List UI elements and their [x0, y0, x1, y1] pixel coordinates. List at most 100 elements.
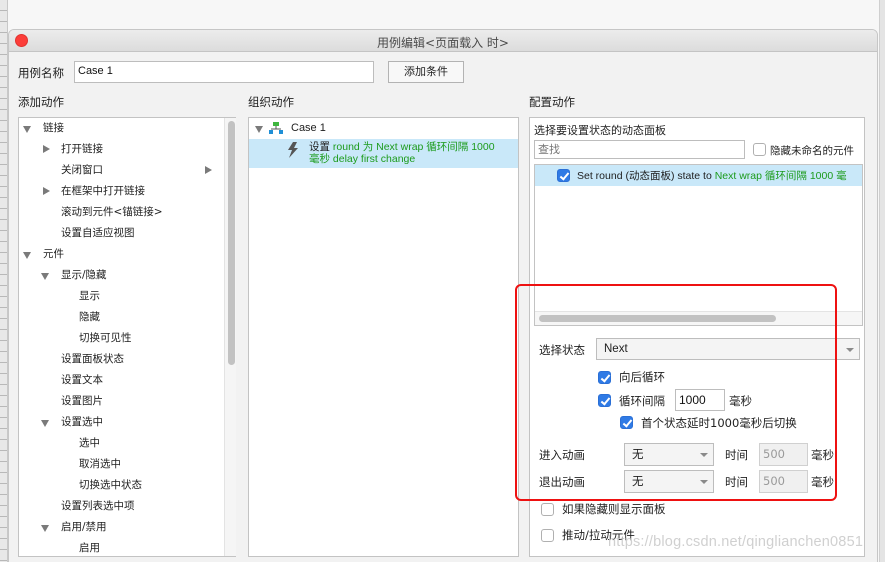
action-detail-line2: 毫秒 delay first change — [309, 153, 416, 165]
select-state-dropdown[interactable]: Next — [596, 338, 860, 360]
exit-time-input[interactable]: 500 — [759, 470, 808, 493]
tree-item-label: 打开链接 — [61, 143, 103, 155]
tree-item-label: 设置文本 — [61, 374, 103, 386]
hide-unnamed-label: 隐藏未命名的元件 — [770, 145, 854, 157]
tree-item-label: 设置图片 — [61, 395, 103, 407]
wrap-checkbox[interactable] — [598, 371, 611, 384]
tree-item-label: 启用/禁用 — [61, 521, 107, 533]
tree-item-label: 链接 — [43, 122, 64, 134]
lightning-icon — [288, 142, 298, 158]
select-state-label: 选择状态 — [539, 343, 585, 357]
tree-item[interactable]: 设置自适应视图 — [19, 223, 223, 244]
expand-triangle-icon[interactable] — [41, 420, 49, 427]
first-delay-label: 首个状态延时1000毫秒后切换 — [641, 416, 797, 430]
enter-time-label: 时间 — [725, 448, 748, 462]
first-delay-checkbox[interactable] — [620, 416, 633, 429]
tree-item-label: 取消选中 — [79, 458, 121, 470]
tree-item[interactable]: 滚动到元件<锚链接> — [19, 202, 223, 223]
action-prefix: 设置 — [309, 141, 330, 153]
loop-interval-checkbox[interactable] — [598, 394, 611, 407]
submenu-arrow-icon[interactable] — [205, 166, 212, 174]
tree-item[interactable]: 设置面板状态 — [19, 349, 223, 370]
add-actions-tree: 链接打开链接关闭窗口在框架中打开链接滚动到元件<锚链接> 设置自适应视图元件显示/… — [18, 117, 236, 557]
tree-item[interactable]: 显示 — [19, 286, 223, 307]
tree-item-label: 启用 — [79, 542, 100, 554]
expand-triangle-icon[interactable] — [255, 126, 263, 133]
tree-item-label: 设置选中 — [61, 416, 103, 428]
tree-item[interactable]: 元件 — [19, 244, 223, 265]
panel-list-row[interactable]: Set round (动态面板) state to Next wrap 循环间隔… — [535, 165, 862, 186]
chevron-down-icon — [700, 480, 708, 484]
hide-unnamed-checkbox[interactable] — [753, 143, 766, 156]
case-name-input[interactable]: Case 1 — [74, 61, 374, 83]
chevron-down-icon — [700, 453, 708, 457]
action-row[interactable]: 设置 round 为 Next wrap 循环间隔 1000 毫秒 delay … — [249, 139, 518, 168]
tree-item-label: 显示/隐藏 — [61, 269, 107, 281]
action-text: 设置 round 为 Next wrap 循环间隔 1000 毫秒 delay … — [309, 141, 495, 165]
tree-item[interactable]: 设置文本 — [19, 370, 223, 391]
tree-item[interactable]: 打开链接 — [19, 139, 223, 160]
enter-time-unit: 毫秒 — [811, 448, 834, 462]
right-edge — [879, 0, 885, 562]
exit-animation-value: 无 — [632, 474, 644, 488]
enter-animation-dropdown[interactable]: 无 — [624, 443, 714, 466]
push-pull-checkbox[interactable] — [541, 529, 554, 542]
case-label: Case 1 — [291, 122, 326, 134]
enter-animation-value: 无 — [632, 447, 644, 461]
chevron-down-icon — [846, 348, 854, 352]
case-row[interactable]: Case 1 — [249, 118, 518, 139]
tree-item-label: 关闭窗口 — [61, 164, 103, 176]
tree-item[interactable]: 取消选中 — [19, 454, 223, 475]
tree-item[interactable]: 显示/隐藏 — [19, 265, 223, 286]
loop-interval-input[interactable]: 1000 — [675, 389, 725, 411]
exit-animation-dropdown[interactable]: 无 — [624, 470, 714, 493]
show-if-hidden-checkbox[interactable] — [541, 503, 554, 516]
expand-triangle-icon[interactable] — [41, 525, 49, 532]
tree-scrollbar[interactable] — [224, 118, 236, 556]
tree-item[interactable]: 设置图片 — [19, 391, 223, 412]
tree-item[interactable]: 启用/禁用 — [19, 517, 223, 538]
select-state-value: Next — [604, 343, 628, 355]
add-actions-heading: 添加动作 — [18, 95, 64, 109]
enter-time-input[interactable]: 500 — [759, 443, 808, 466]
tree-item-label: 设置列表选中项 — [61, 500, 135, 512]
tree-item[interactable]: 在框架中打开链接 — [19, 181, 223, 202]
tree-item[interactable]: 设置选中 — [19, 412, 223, 433]
tree-item-label: 元件 — [43, 248, 64, 260]
tree-item[interactable]: 链接 — [19, 118, 223, 139]
tree-item-label: 显示 — [79, 290, 100, 302]
tree-item-label: 设置自适应视图 — [61, 227, 135, 239]
expand-triangle-icon[interactable] — [41, 273, 49, 280]
dynamic-panel-list: Set round (动态面板) state to Next wrap 循环间隔… — [534, 164, 863, 326]
expand-triangle-icon[interactable] — [23, 252, 31, 259]
tree-item-label: 滚动到元件<锚链接> — [61, 206, 163, 218]
panel-row-checkbox[interactable] — [557, 169, 570, 182]
tree-item[interactable]: 切换可见性 — [19, 328, 223, 349]
panel-list-hscrollbar[interactable] — [535, 311, 862, 325]
configure-actions-heading: 配置动作 — [529, 95, 575, 109]
collapse-triangle-icon[interactable] — [43, 145, 50, 153]
tree-item[interactable]: 启用 — [19, 538, 223, 559]
case-name-label: 用例名称 — [18, 66, 64, 80]
panel-list-hscrollbar-thumb[interactable] — [539, 315, 776, 322]
wrap-label: 向后循环 — [619, 370, 665, 384]
expand-triangle-icon[interactable] — [23, 126, 31, 133]
case-editor-dialog: 用例编辑<页面载入 时> 用例名称 Case 1 添加条件 添加动作 组织动作 … — [8, 29, 878, 562]
case-tree-icon — [269, 122, 283, 134]
title-bar[interactable]: 用例编辑<页面载入 时> — [9, 30, 877, 52]
tree-item-label: 隐藏 — [79, 311, 100, 323]
add-condition-button[interactable]: 添加条件 — [388, 61, 464, 83]
configure-actions-panel: 选择要设置状态的动态面板 隐藏未命名的元件 Set round (动态面板) s… — [529, 117, 865, 557]
tree-item[interactable]: 隐藏 — [19, 307, 223, 328]
exit-time-unit: 毫秒 — [811, 475, 834, 489]
tree-item-label: 切换可见性 — [79, 332, 132, 344]
tree-item[interactable]: 设置列表选中项 — [19, 496, 223, 517]
search-input[interactable] — [534, 140, 745, 159]
tree-scrollbar-thumb[interactable] — [228, 121, 235, 365]
tree-item[interactable]: 选中 — [19, 433, 223, 454]
tree-item[interactable]: 切换选中状态 — [19, 475, 223, 496]
tree-item[interactable]: 关闭窗口 — [19, 160, 223, 181]
collapse-triangle-icon[interactable] — [43, 187, 50, 195]
action-detail-line1: round 为 Next wrap 循环间隔 1000 — [332, 141, 495, 153]
tree-item-label: 选中 — [79, 437, 100, 449]
